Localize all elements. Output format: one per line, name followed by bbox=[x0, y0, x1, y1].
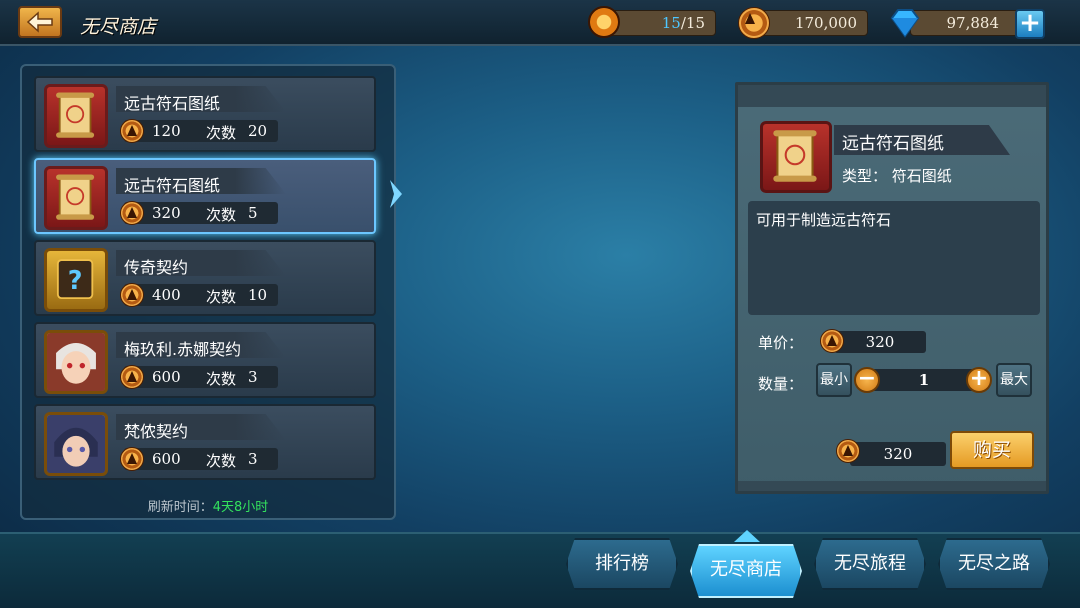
detail-item-type: 类型： 符石图纸 bbox=[842, 167, 952, 185]
refresh-info: 刷新时间：4天8小时 bbox=[22, 496, 394, 515]
gold-coin-icon bbox=[120, 447, 144, 471]
unit-price-label: 单价： bbox=[758, 334, 804, 352]
stamina-display: 15/15 bbox=[604, 10, 716, 36]
count-label: 次数 bbox=[206, 288, 237, 306]
shop-item-selected[interactable]: 远古符石图纸 320 次数 5 bbox=[34, 158, 376, 234]
diamond-icon bbox=[890, 9, 920, 38]
panel-header-bar bbox=[738, 85, 1046, 107]
back-arrow-icon bbox=[26, 11, 53, 33]
gold-coin-icon bbox=[738, 7, 770, 39]
hero-portrait-icon bbox=[44, 412, 108, 476]
chevron-right-icon bbox=[390, 180, 402, 208]
panel-footer-bar bbox=[738, 481, 1046, 491]
active-tab-pointer-icon bbox=[734, 530, 760, 542]
quantity-max-button[interactable]: 最大 bbox=[996, 363, 1032, 397]
top-bar: 无尽商店 15/15 170,000 97,884 + bbox=[0, 0, 1080, 46]
item-price: 600 bbox=[152, 450, 181, 468]
gem-amount: 97,884 bbox=[946, 14, 1000, 32]
shop-item[interactable]: 梵侬契约 600 次数 3 bbox=[34, 404, 376, 480]
quantity-decrease-button[interactable]: − bbox=[854, 367, 880, 393]
add-gems-button[interactable]: + bbox=[1015, 9, 1045, 39]
item-name: 远古符石图纸 bbox=[124, 176, 221, 195]
item-name: 远古符石图纸 bbox=[124, 94, 221, 113]
unit-price-value: 320 bbox=[834, 331, 926, 353]
count-label: 次数 bbox=[206, 452, 237, 470]
scroll-icon bbox=[44, 166, 108, 230]
shop-item[interactable]: 远古符石图纸 120 次数 20 bbox=[34, 76, 376, 152]
tab-leaderboard[interactable]: 排行榜 bbox=[566, 538, 678, 590]
back-button[interactable] bbox=[18, 6, 62, 38]
mystery-contract-icon: ? bbox=[44, 248, 108, 312]
item-price: 400 bbox=[152, 286, 181, 304]
item-count: 3 bbox=[248, 450, 258, 468]
tab-endless-road[interactable]: 无尽之路 bbox=[938, 538, 1050, 590]
item-name: 传奇契约 bbox=[124, 258, 189, 277]
detail-description: 可用于制造远古符石 bbox=[748, 201, 1040, 315]
refresh-label: 刷新时间： bbox=[147, 500, 213, 515]
stamina-max: /15 bbox=[680, 14, 705, 32]
item-count: 20 bbox=[248, 122, 268, 140]
shop-list-panel: 远古符石图纸 120 次数 20 远古符石图纸 320 次数 5 ? 传奇契约 … bbox=[20, 64, 396, 520]
gold-coin-icon bbox=[120, 119, 144, 143]
svg-text:?: ? bbox=[68, 265, 83, 295]
item-price: 120 bbox=[152, 122, 181, 140]
stamina-icon bbox=[588, 6, 620, 38]
scroll-icon bbox=[44, 84, 108, 148]
item-price: 600 bbox=[152, 368, 181, 386]
quantity-increase-button[interactable]: + bbox=[966, 367, 992, 393]
gold-display: 170,000 bbox=[754, 10, 868, 36]
detail-item-name: 远古符石图纸 bbox=[842, 134, 944, 154]
item-count: 5 bbox=[248, 204, 258, 222]
item-name: 梵侬契约 bbox=[124, 422, 189, 441]
gold-amount: 170,000 bbox=[794, 14, 857, 32]
hero-portrait-icon bbox=[44, 330, 108, 394]
count-label: 次数 bbox=[206, 206, 237, 224]
tab-endless-shop[interactable]: 无尽商店 bbox=[690, 544, 802, 598]
gold-coin-icon bbox=[120, 365, 144, 389]
item-count: 10 bbox=[248, 286, 268, 304]
refresh-time: 4天8小时 bbox=[212, 500, 269, 515]
item-price: 320 bbox=[152, 204, 181, 222]
stamina-current: 15 bbox=[661, 14, 681, 32]
count-label: 次数 bbox=[206, 124, 237, 142]
gold-coin-icon bbox=[120, 201, 144, 225]
buy-button[interactable]: 购买 bbox=[950, 431, 1034, 469]
shop-item[interactable]: 梅玖利.赤娜契约 600 次数 3 bbox=[34, 322, 376, 398]
gold-coin-icon bbox=[120, 283, 144, 307]
item-detail-panel: 远古符石图纸 类型： 符石图纸 可用于制造远古符石 单价： 320 数量： 最小… bbox=[735, 82, 1049, 494]
total-price-value: 320 bbox=[850, 442, 946, 466]
count-label: 次数 bbox=[206, 370, 237, 388]
gold-coin-icon bbox=[836, 439, 860, 463]
item-name: 梅玖利.赤娜契约 bbox=[124, 340, 242, 359]
gold-coin-icon bbox=[820, 329, 844, 353]
gem-display: 97,884 bbox=[910, 10, 1020, 36]
page-title: 无尽商店 bbox=[80, 16, 157, 38]
quantity-label: 数量： bbox=[758, 375, 804, 393]
scroll-icon bbox=[760, 121, 832, 193]
quantity-min-button[interactable]: 最小 bbox=[816, 363, 852, 397]
shop-item[interactable]: ? 传奇契约 400 次数 10 bbox=[34, 240, 376, 316]
item-count: 3 bbox=[248, 368, 258, 386]
tab-endless-journey[interactable]: 无尽旅程 bbox=[814, 538, 926, 590]
